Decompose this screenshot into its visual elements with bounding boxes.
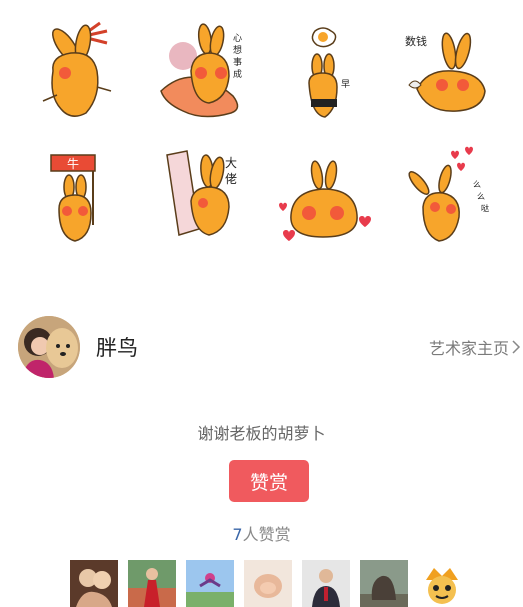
supporter-avatar[interactable] xyxy=(360,560,408,607)
bunny-scroll-icon: 大 佬 xyxy=(166,149,237,236)
supporter-avatar[interactable] xyxy=(244,560,292,607)
svg-text:么: 么 xyxy=(477,192,485,201)
svg-text:哒: 哒 xyxy=(481,203,489,213)
sticker-bunny-with-flag[interactable]: 牛 xyxy=(20,142,142,252)
supporter-avatars xyxy=(70,560,466,607)
svg-text:事: 事 xyxy=(233,56,242,68)
artist-home-link-label: 艺术家主页 xyxy=(428,339,509,358)
svg-text:么: 么 xyxy=(473,180,481,189)
sticker-bunny-with-fish[interactable]: 心 想 事 成 xyxy=(142,18,264,128)
reward-count[interactable]: 7人赞赏 xyxy=(0,521,523,545)
sticker-bunny-with-egg[interactable]: 早 xyxy=(264,18,386,128)
artist-home-link[interactable]: 艺术家主页 xyxy=(429,335,521,359)
svg-text:数钱: 数钱 xyxy=(405,34,427,48)
bunny-egg-icon: 早 xyxy=(308,26,350,118)
reward-count-suffix: 人赞赏 xyxy=(242,525,291,544)
bunny-love-icon: 么 么 哒 xyxy=(408,146,489,242)
svg-text:牛: 牛 xyxy=(67,156,79,171)
svg-text:早: 早 xyxy=(341,79,350,90)
artist-avatar[interactable] xyxy=(18,316,80,378)
supporter-avatar[interactable] xyxy=(128,560,176,607)
artist-name[interactable]: 胖鸟 xyxy=(96,332,138,362)
svg-text:大: 大 xyxy=(225,156,237,170)
bunny-money-icon: 数钱 xyxy=(405,31,486,112)
bunny-hearts-icon xyxy=(279,159,371,241)
supporter-photo-icon xyxy=(244,560,292,607)
supporter-photo-icon xyxy=(186,560,234,607)
supporter-photo-icon xyxy=(418,560,466,607)
sticker-detail-page: 心 想 事 成 早 数钱 牛 大 佬 么 么 哒 胖鸟 艺术家主页 谢谢老板的胡… xyxy=(0,0,523,607)
sticker-bunny-with-tassel[interactable] xyxy=(20,18,142,128)
supporter-avatar[interactable] xyxy=(418,560,466,607)
bunny-fish-icon: 心 想 事 成 xyxy=(160,22,242,117)
supporter-photo-icon xyxy=(302,560,350,607)
svg-text:心: 心 xyxy=(233,33,242,44)
artist-row[interactable]: 胖鸟 艺术家主页 xyxy=(18,316,521,378)
reward-count-number: 7 xyxy=(232,525,243,544)
supporter-avatar[interactable] xyxy=(302,560,350,607)
reward-button[interactable]: 赞赏 xyxy=(229,460,309,502)
bunny-flag-icon: 牛 xyxy=(50,153,96,242)
sticker-grid: 心 想 事 成 早 数钱 牛 大 佬 么 么 哒 xyxy=(20,18,508,252)
supporter-photo-icon xyxy=(128,560,176,607)
svg-text:想: 想 xyxy=(233,44,242,56)
chevron-right-icon xyxy=(512,340,521,354)
sticker-bunny-love[interactable]: 么 么 哒 xyxy=(386,142,508,252)
avatar-image-icon xyxy=(18,316,80,378)
reward-thanks-text: 谢谢老板的胡萝卜 xyxy=(197,424,326,443)
svg-text:佬: 佬 xyxy=(225,172,237,186)
supporter-avatar[interactable] xyxy=(70,560,118,607)
supporter-photo-icon xyxy=(360,560,408,607)
sticker-bunny-counting-money[interactable]: 数钱 xyxy=(386,18,508,128)
supporter-avatar[interactable] xyxy=(186,560,234,607)
bunny-tassel-icon xyxy=(42,21,112,117)
supporter-photo-icon xyxy=(70,560,118,607)
sticker-bunny-with-hearts[interactable] xyxy=(264,142,386,252)
sticker-bunny-with-scroll[interactable]: 大 佬 xyxy=(142,142,264,252)
svg-text:成: 成 xyxy=(233,68,242,80)
